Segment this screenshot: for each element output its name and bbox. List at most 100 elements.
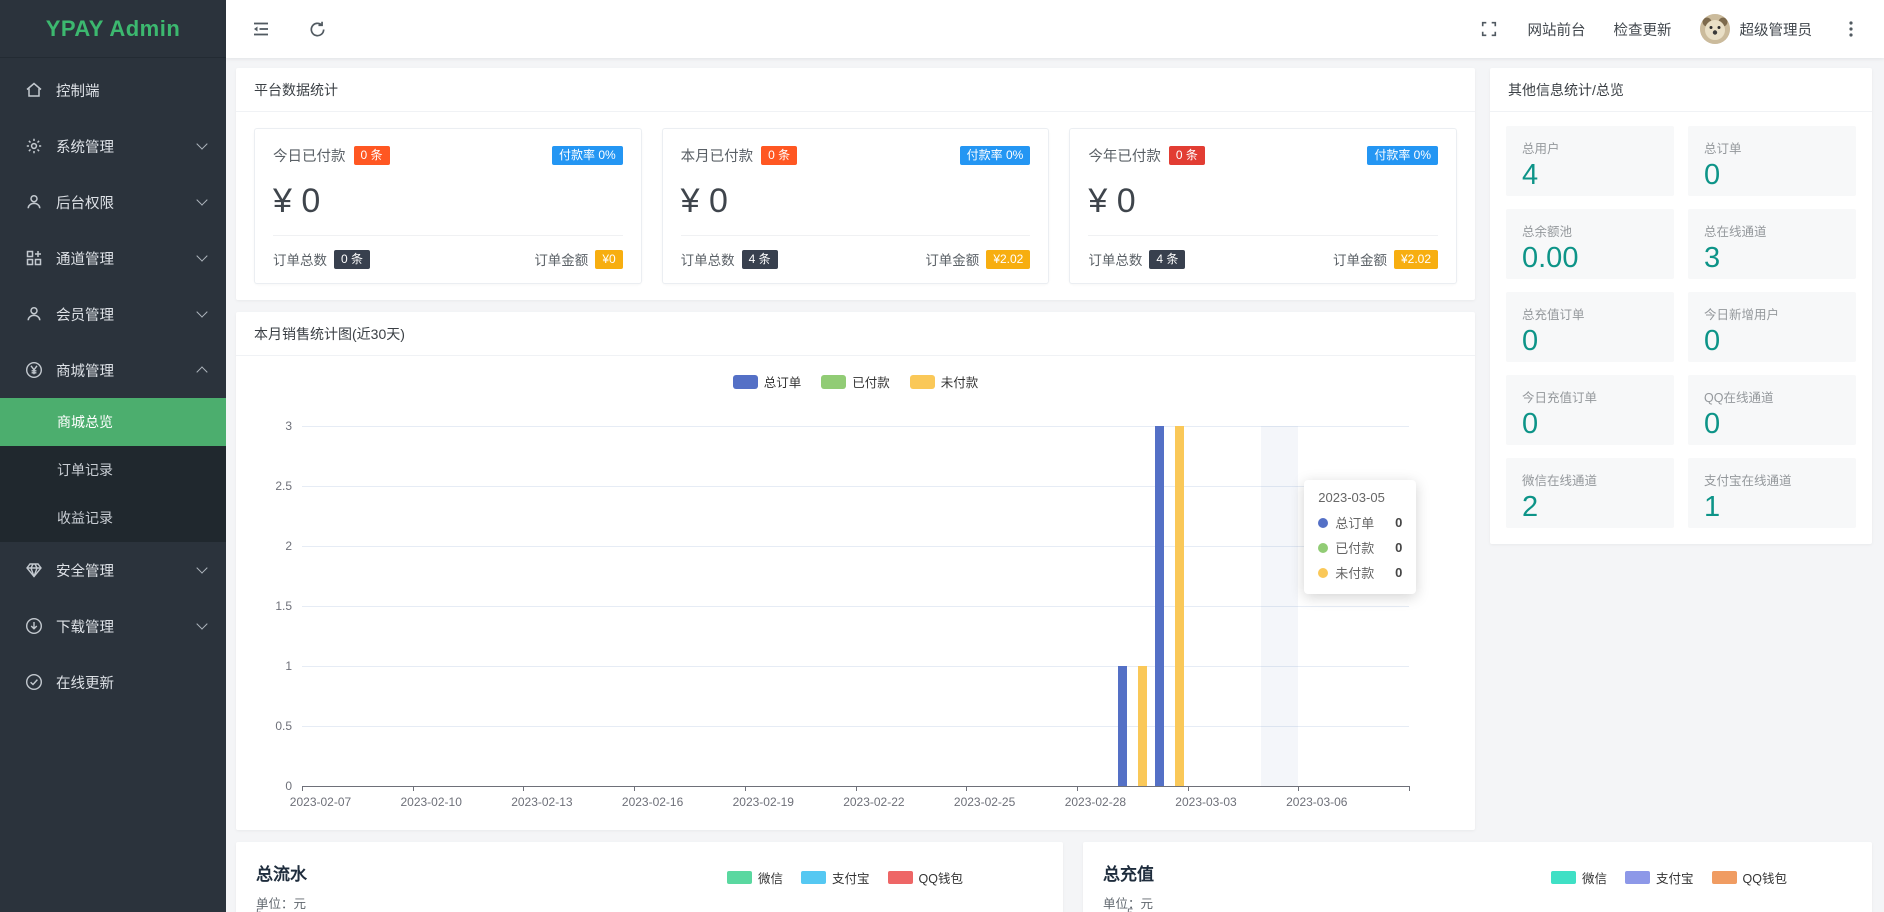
sidebar-toggle-icon[interactable] [250, 18, 272, 40]
chevron-down-icon [196, 306, 207, 317]
legend-swatch [733, 375, 758, 389]
tooltip-dot [1318, 543, 1328, 553]
more-menu-icon[interactable] [1840, 18, 1862, 40]
sidebar-subitem[interactable]: 收益记录 [0, 494, 226, 542]
sidebar-item-label: 通道管理 [56, 248, 114, 269]
home-icon [24, 81, 43, 100]
tile-label: 今日充值订单 [1522, 387, 1658, 406]
stat-tile: 总在线通道 3 [1688, 209, 1856, 279]
sidebar-item-console[interactable]: 控制端 [0, 62, 226, 118]
x-axis-tick-label: 2023-03-03 [1160, 795, 1252, 809]
other-stats-tiles: 总用户 4总订单 0总余额池 0.00总在线通道 3总充值订单 0今日新增用户 … [1490, 112, 1872, 544]
divider [1088, 235, 1438, 236]
sidebar-item-label: 后台权限 [56, 192, 114, 213]
sidebar-item-channel[interactable]: 通道管理 [0, 230, 226, 286]
site-front-link[interactable]: 网站前台 [1528, 19, 1586, 40]
chart-bar[interactable] [1175, 426, 1184, 786]
x-axis-tick-label: 2023-02-16 [607, 795, 699, 809]
sidebar-item-backend-auth[interactable]: 后台权限 [0, 174, 226, 230]
sidebar-item-member[interactable]: 会员管理 [0, 286, 226, 342]
tooltip-value: 0 [1395, 515, 1402, 530]
chart-tooltip: 2023-03-05 总订单 0 已付款 0 未付款 0 [1304, 480, 1416, 594]
stat-cards: 今日已付款 0 条 付款率 0% ¥ 0 订单总数 0 条 订单金额 ¥0 本月… [236, 112, 1475, 300]
tile-label: 支付宝在线通道 [1704, 470, 1840, 489]
legend-swatch [1712, 871, 1737, 884]
sidebar-item-online-update[interactable]: 在线更新 [0, 654, 226, 710]
sidebar-subitem[interactable]: 订单记录 [0, 446, 226, 494]
stat-tile: 支付宝在线通道 1 [1688, 458, 1856, 528]
tile-value: 2 [1522, 492, 1658, 522]
sidebar-subitem[interactable]: 商城总览 [0, 398, 226, 446]
sidebar-item-system[interactable]: 系统管理 [0, 118, 226, 174]
x-axis-tick [856, 786, 857, 791]
yen-circle-icon [24, 361, 43, 380]
sidebar-nav: 控制端系统管理后台权限通道管理会员管理商城管理商城总览订单记录收益记录安全管理下… [0, 58, 226, 912]
user-menu[interactable]: 超级管理员 [1700, 14, 1813, 44]
y-axis-tick-label: 2.5 [236, 479, 292, 493]
sidebar-item-security[interactable]: 安全管理 [0, 542, 226, 598]
legend-item[interactable]: 总订单 [733, 372, 802, 391]
gridline [302, 606, 1409, 607]
sidebar-item-label: 下载管理 [56, 616, 114, 637]
tooltip-row: 已付款 0 [1318, 538, 1402, 557]
sidebar-item-label: 在线更新 [56, 672, 114, 693]
orders-total-badge: 4 条 [1149, 250, 1185, 269]
legend-item[interactable]: 微信 [727, 868, 783, 887]
legend-item[interactable]: 已付款 [821, 372, 890, 391]
refresh-icon[interactable] [306, 18, 328, 40]
legend-item[interactable]: QQ钱包 [1712, 868, 1787, 887]
stat-tile: QQ在线通道 0 [1688, 375, 1856, 445]
legend-item[interactable]: 微信 [1551, 868, 1607, 887]
x-axis-tick [634, 786, 635, 791]
count-badge: 0 条 [354, 146, 390, 165]
orders-amount-badge: ¥0 [595, 250, 622, 269]
card-amount: ¥ 0 [273, 182, 623, 221]
legend-swatch [801, 871, 826, 884]
chevron-down-icon [196, 618, 207, 629]
legend-label: 支付宝 [1656, 868, 1694, 887]
x-axis-tick-label: 2023-02-13 [496, 795, 588, 809]
legend-item[interactable]: 支付宝 [801, 868, 870, 887]
check-circle-icon [24, 673, 43, 692]
legend-swatch [821, 375, 846, 389]
legend-item[interactable]: 未付款 [910, 372, 979, 391]
user-icon [24, 305, 43, 324]
fullscreen-icon[interactable] [1478, 18, 1500, 40]
tile-value: 0 [1704, 160, 1840, 190]
sidebar-item-label: 系统管理 [56, 136, 114, 157]
orders-total-badge: 0 条 [334, 250, 370, 269]
tile-label: 总余额池 [1522, 221, 1658, 240]
sidebar-item-label: 会员管理 [56, 304, 114, 325]
legend-item[interactable]: 支付宝 [1625, 868, 1694, 887]
user-icon [24, 193, 43, 212]
tooltip-dot [1318, 518, 1328, 528]
sidebar-item-download[interactable]: 下载管理 [0, 598, 226, 654]
tile-label: 微信在线通道 [1522, 470, 1658, 489]
orders-total-label: 订单总数 [681, 249, 735, 269]
tooltip-value: 0 [1395, 540, 1402, 555]
check-update-link[interactable]: 检查更新 [1614, 19, 1672, 40]
platform-stats-panel: 平台数据统计 今日已付款 0 条 付款率 0% ¥ 0 订单总数 0 条 订单金… [236, 68, 1475, 300]
chart-bar[interactable] [1118, 666, 1127, 786]
bottom-panel-unit: 单位：元 [1103, 893, 1852, 912]
tile-label: 总订单 [1704, 138, 1840, 157]
divider [681, 235, 1031, 236]
sidebar-item-label: 安全管理 [56, 560, 114, 581]
sidebar-item-mall[interactable]: 商城管理 [0, 342, 226, 398]
sales-chart-title: 本月销售统计图(近30天) [236, 312, 1475, 356]
legend-label: 微信 [758, 868, 783, 887]
username: 超级管理员 [1740, 19, 1813, 40]
gridline [302, 546, 1409, 547]
legend-item[interactable]: QQ钱包 [888, 868, 963, 887]
tile-label: 总用户 [1522, 138, 1658, 157]
tile-label: QQ在线通道 [1704, 387, 1840, 406]
card-label: 本月已付款 [681, 145, 754, 166]
x-axis-tick-label: 2023-02-10 [385, 795, 477, 809]
chart-bar[interactable] [1155, 426, 1164, 786]
chart-bar[interactable] [1138, 666, 1147, 786]
chart-hover-band [1261, 426, 1298, 786]
tooltip-row: 总订单 0 [1318, 513, 1402, 532]
legend-label: 未付款 [941, 372, 979, 391]
gem-icon [24, 561, 43, 580]
y-axis-tick-label: 1 [236, 659, 292, 673]
